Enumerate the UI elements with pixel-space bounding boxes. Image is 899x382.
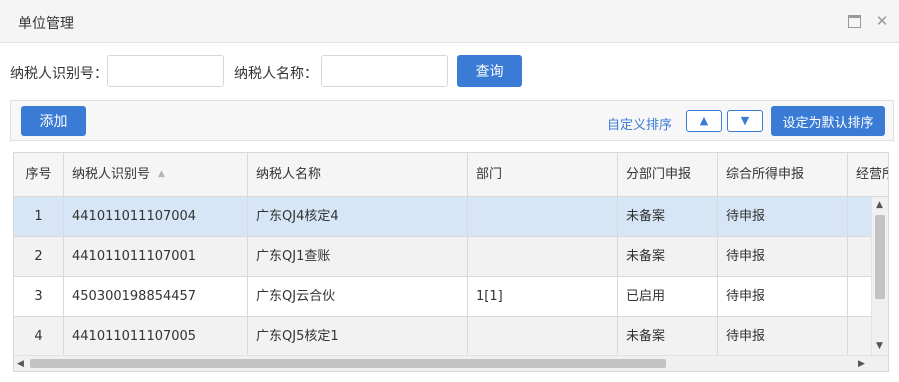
arrow-down-icon: ▼ [740,114,750,127]
vertical-scrollbar[interactable]: ▲ ▼ [871,197,888,355]
taxpayer-id-label: 纳税人识别号： [10,66,108,82]
taxpayer-id-cell: 441011011107005 [64,317,248,356]
move-down-button[interactable]: ▼ [727,110,763,132]
taxpayer-name-cell: 广东QJ4核定4 [248,197,468,236]
comprehensive-filing-cell: 待申报 [718,197,848,236]
comprehensive-filing-cell: 待申报 [718,237,848,276]
department-cell [468,197,618,236]
column-header-taxpayer-id[interactable]: 纳税人识别号 ▲ [64,153,248,196]
taxpayer-id-cell: 441011011107001 [64,237,248,276]
department-cell [468,317,618,356]
column-header-dept-filing[interactable]: 分部门申报 [618,153,718,196]
column-header-index[interactable]: 序号 [14,153,64,196]
taxpayer-id-cell: 450300198854457 [64,277,248,316]
taxpayer-name-cell: 广东QJ1查账 [248,237,468,276]
column-header-business-income[interactable]: 经营所 [848,153,888,196]
taxpayer-id-input[interactable] [107,55,224,87]
taxpayer-name-label: 纳税人名称： [234,66,318,82]
window-titlebar: 单位管理 ✕ [0,0,899,43]
scroll-left-icon[interactable]: ◀ [17,359,24,369]
vertical-scroll-thumb[interactable] [875,215,885,299]
scroll-down-icon[interactable]: ▼ [876,341,883,351]
row-index: 4 [14,317,64,356]
row-index: 2 [14,237,64,276]
window-title: 单位管理 [18,16,74,32]
department-cell [468,237,618,276]
scroll-up-icon[interactable]: ▲ [876,200,883,210]
maximize-icon[interactable] [847,14,861,28]
dept-filing-cell: 未备案 [618,197,718,236]
dept-filing-cell: 未备案 [618,317,718,356]
department-cell: 1[1] [468,277,618,316]
set-default-sort-button[interactable]: 设定为默认排序 [771,106,885,136]
comprehensive-filing-cell: 待申报 [718,317,848,356]
comprehensive-filing-cell: 待申报 [718,277,848,316]
toolbar: 添加 自定义排序 ▲ ▼ 设定为默认排序 [10,100,894,141]
custom-sort-link[interactable]: 自定义排序 [607,114,672,133]
horizontal-scroll-thumb[interactable] [30,359,666,368]
column-header-department[interactable]: 部门 [468,153,618,196]
row-index: 1 [14,197,64,236]
taxpayer-grid: 序号 纳税人识别号 ▲ 纳税人名称 部门 分部门申报 综合所得申报 经营所 1 4… [13,152,889,372]
query-button[interactable]: 查询 [457,55,522,87]
table-row[interactable]: 3 450300198854457 广东QJ云合伙 1[1] 已启用 待申报 [14,277,888,317]
grid-header: 序号 纳税人识别号 ▲ 纳税人名称 部门 分部门申报 综合所得申报 经营所 [14,153,888,197]
column-header-taxpayer-name[interactable]: 纳税人名称 [248,153,468,196]
close-icon[interactable]: ✕ [875,14,889,29]
taxpayer-name-cell: 广东QJ云合伙 [248,277,468,316]
sort-asc-icon: ▲ [158,169,165,179]
table-row[interactable]: 1 441011011107004 广东QJ4核定4 未备案 待申报 [14,197,888,237]
scroll-right-icon[interactable]: ▶ [858,359,865,369]
move-up-button[interactable]: ▲ [686,110,722,132]
horizontal-scrollbar[interactable]: ◀ ▶ [14,355,888,371]
row-index: 3 [14,277,64,316]
add-button[interactable]: 添加 [21,106,86,136]
dept-filing-cell: 已启用 [618,277,718,316]
dept-filing-cell: 未备案 [618,237,718,276]
search-form: 纳税人识别号： 纳税人名称： 查询 [0,43,899,100]
table-row[interactable]: 2 441011011107001 广东QJ1查账 未备案 待申报 [14,237,888,277]
column-header-comprehensive-income-filing[interactable]: 综合所得申报 [718,153,848,196]
table-row[interactable]: 4 441011011107005 广东QJ5核定1 未备案 待申报 [14,317,888,357]
column-header-label: 纳税人识别号 [72,167,151,182]
taxpayer-id-cell: 441011011107004 [64,197,248,236]
taxpayer-name-input[interactable] [321,55,448,87]
taxpayer-name-cell: 广东QJ5核定1 [248,317,468,356]
arrow-up-icon: ▲ [699,114,709,127]
